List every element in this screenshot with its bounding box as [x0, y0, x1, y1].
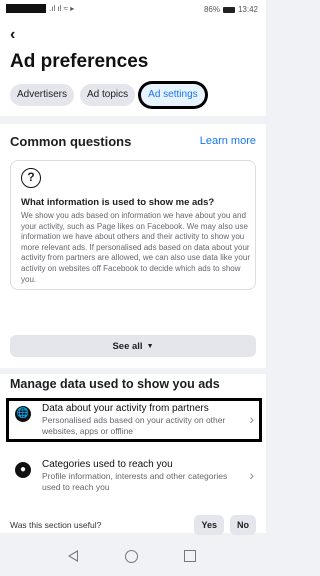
caret-down-icon: ▼: [146, 342, 154, 350]
faq-card: ? What information is used to show me ad…: [10, 160, 256, 290]
tab-ad-settings[interactable]: Ad settings: [141, 84, 205, 106]
list-item-subtitle: Personalised ads based on your activity …: [42, 415, 226, 436]
list-item-title: Data about your activity from partners: [42, 403, 209, 414]
status-bar: .ıl ıl ≈ ▸ 86% 13:42: [0, 0, 266, 20]
yes-button[interactable]: Yes: [194, 515, 224, 535]
tab-advertisers[interactable]: Advertisers: [10, 84, 75, 106]
tab-bar: Advertisers Ad topics Ad settings: [10, 84, 205, 106]
nav-recents-icon[interactable]: [184, 550, 196, 562]
signal-icon: .ıl ıl ≈ ▸: [49, 4, 75, 13]
nav-home-icon[interactable]: [125, 550, 138, 563]
list-item-subtitle: Profile information, interests and other…: [42, 471, 228, 492]
feedback-bar: Was this section useful? Yes No: [10, 515, 256, 535]
section-divider: [0, 368, 266, 374]
manage-data-title: Manage data used to show you ads: [10, 377, 220, 391]
see-all-button[interactable]: See all ▼: [10, 335, 256, 357]
person-icon: ●: [15, 462, 31, 478]
battery-icon: [222, 6, 235, 13]
carrier-name-redacted: [6, 4, 46, 13]
faq-question: What information is used to show me ads?: [21, 197, 215, 208]
feedback-question: Was this section useful?: [10, 520, 102, 530]
no-button[interactable]: No: [230, 515, 256, 535]
content-panel: Common questions Learn more ? What infor…: [0, 124, 266, 535]
chevron-right-icon: ›: [249, 467, 254, 483]
header: ‹ Ad preferences Advertisers Ad topics A…: [0, 20, 266, 116]
list-item-categories[interactable]: ● Categories used to reach you Profile i…: [6, 454, 262, 498]
learn-more-link[interactable]: Learn more: [200, 135, 256, 147]
chevron-left-icon[interactable]: ‹: [10, 26, 15, 44]
system-navbar: [0, 540, 266, 576]
list-item-title: Categories used to reach you: [42, 459, 173, 470]
faq-answer: We show you ads based on information we …: [21, 211, 250, 284]
list-item-partner-activity[interactable]: 🌐 Data about your activity from partners…: [6, 398, 262, 442]
status-left: .ıl ıl ≈ ▸: [6, 4, 74, 13]
page-title: Ad preferences: [10, 51, 149, 72]
see-all-label: See all: [112, 340, 143, 352]
status-right: 86% 13:42: [204, 5, 258, 14]
battery-percent: 86%: [203, 5, 220, 14]
chevron-right-icon: ›: [249, 411, 254, 427]
tab-ad-topics[interactable]: Ad topics: [80, 84, 136, 106]
globe-icon: 🌐: [15, 406, 31, 422]
question-circle-icon: ?: [21, 168, 41, 188]
nav-back-icon[interactable]: [68, 550, 78, 562]
clock: 13:42: [237, 5, 258, 14]
common-questions-title: Common questions: [10, 134, 132, 149]
